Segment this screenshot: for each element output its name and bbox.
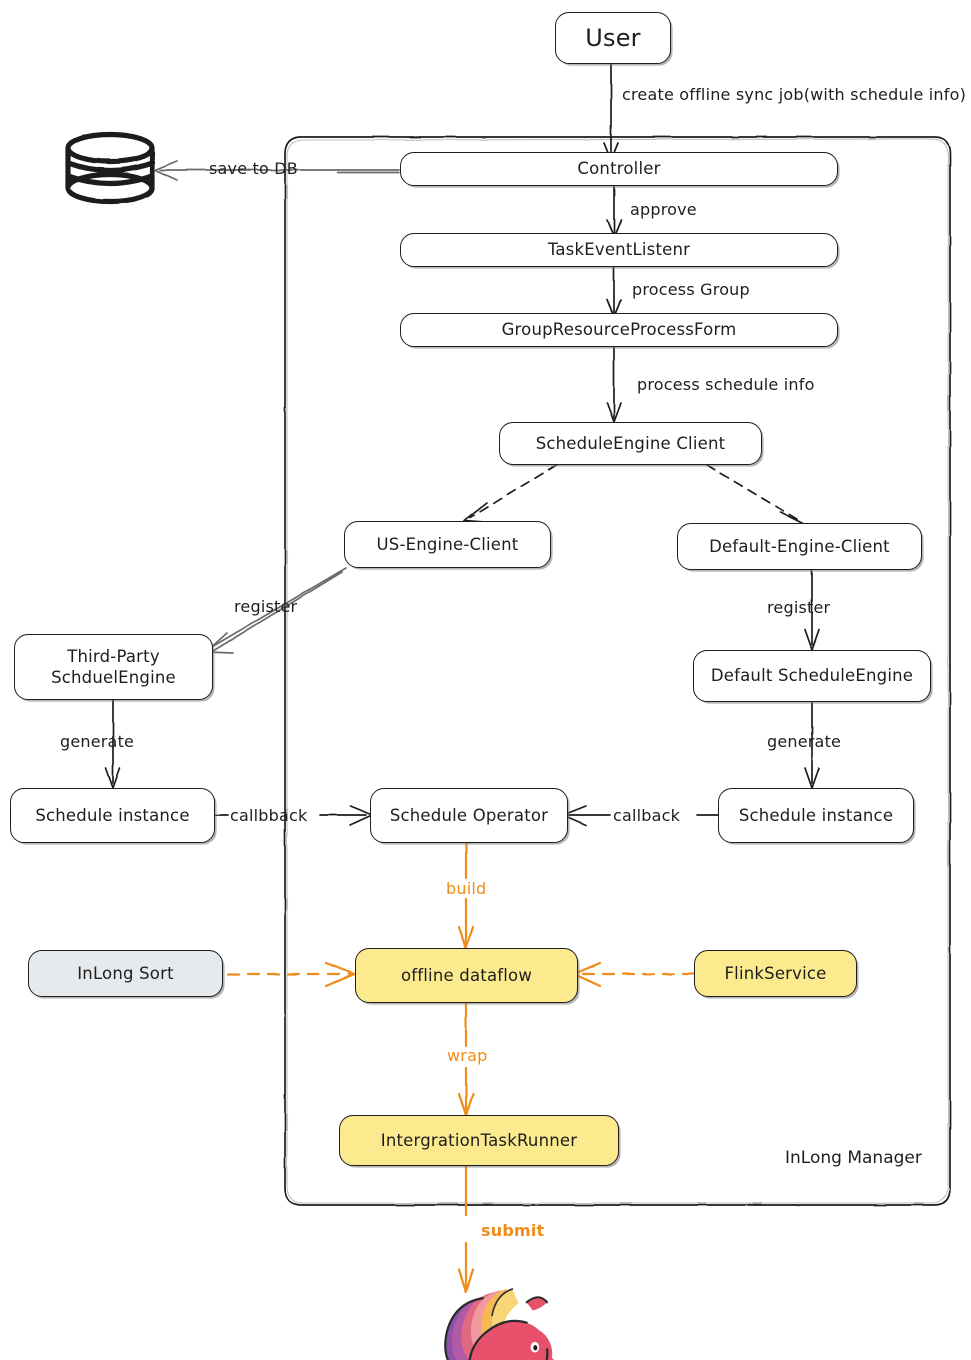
edge-scheduleclient-to-defaultclient xyxy=(706,464,801,522)
edge-label-create-job: create offline sync job(with schedule in… xyxy=(622,85,966,104)
node-default-schedule-engine[interactable]: Default ScheduleEngine xyxy=(693,650,931,702)
edge-label-wrap: wrap xyxy=(447,1046,487,1065)
edge-label-wrap-text: wrap xyxy=(447,1046,488,1065)
edge-label-generate-left: generate xyxy=(60,732,134,751)
arrowhead-dataflow-left xyxy=(324,961,356,988)
edge-label-register-left: register xyxy=(234,597,297,616)
node-schedule-operator[interactable]: Schedule Operator xyxy=(370,788,568,843)
node-offline-dataflow-label: offline dataflow xyxy=(400,965,533,985)
node-schedule-engine-client[interactable]: ScheduleEngine Client xyxy=(499,422,762,465)
node-schedule-instance-left-label: Schedule instance xyxy=(35,805,190,825)
arrowhead-usclient xyxy=(463,502,492,524)
node-us-engine-client[interactable]: US-Engine-Client xyxy=(344,521,551,568)
node-flink-service-label: FlinkService xyxy=(724,963,827,983)
edge-label-approve-text: approve xyxy=(630,200,697,219)
edge-label-callback-right: callback xyxy=(613,806,680,825)
node-schedule-engine-client-label: ScheduleEngine Client xyxy=(535,433,726,453)
node-schedule-instance-left[interactable]: Schedule instance xyxy=(10,788,215,843)
node-third-party-schedule-engine[interactable]: Third-Party SchduelEngine xyxy=(14,634,213,700)
node-task-event-listener[interactable]: TaskEventListenr xyxy=(400,233,838,267)
edge-groupform-to-scheduleclient xyxy=(606,346,622,423)
inlong-manager-container-label: InLong Manager xyxy=(785,1148,922,1168)
edge-label-generate-right: generate xyxy=(767,732,841,751)
node-us-engine-client-label: US-Engine-Client xyxy=(376,534,519,554)
edge-label-create-job-text: create offline sync job(with schedule in… xyxy=(622,85,967,104)
node-task-event-listener-label: TaskEventListenr xyxy=(547,240,691,260)
node-schedule-instance-right[interactable]: Schedule instance xyxy=(718,788,914,843)
node-schedule-instance-right-label: Schedule instance xyxy=(738,805,894,825)
edge-label-generate-left-text: generate xyxy=(60,732,135,751)
edge-label-callbback-left: callbback xyxy=(230,806,307,825)
edge-scheduleclient-to-usclient xyxy=(469,464,557,519)
node-default-schedule-engine-label: Default ScheduleEngine xyxy=(710,666,914,686)
node-controller[interactable]: Controller xyxy=(400,152,838,186)
node-third-party-line2: SchduelEngine xyxy=(51,668,176,687)
edge-label-approve: approve xyxy=(630,200,697,219)
node-inlong-sort[interactable]: InLong Sort xyxy=(28,950,223,997)
edge-label-process-group-text: process Group xyxy=(632,280,750,299)
node-intergration-task-runner[interactable]: IntergrationTaskRunner xyxy=(339,1115,619,1166)
edge-controller-to-tasklistener xyxy=(606,185,622,238)
diagram-canvas: User Controller TaskEventListenr GroupRe… xyxy=(0,0,971,1360)
edge-label-save-to-db: save to DB xyxy=(209,159,298,178)
edge-user-to-controller xyxy=(603,62,619,161)
edge-label-callbback-left-text: callbback xyxy=(230,806,308,825)
edge-taskrunner-to-flink xyxy=(457,1164,475,1294)
database-cylinder-icon xyxy=(65,131,155,205)
edge-label-register-right: register xyxy=(767,598,830,617)
node-offline-dataflow[interactable]: offline dataflow xyxy=(355,948,578,1003)
node-user-label: User xyxy=(585,23,641,52)
node-user[interactable]: User xyxy=(555,12,671,64)
node-default-engine-client-label: Default-Engine-Client xyxy=(709,536,890,556)
edge-label-build: build xyxy=(446,879,486,898)
node-controller-label: Controller xyxy=(577,159,661,179)
edge-label-submit-text: submit xyxy=(481,1221,545,1240)
edge-label-generate-right-text: generate xyxy=(767,732,842,751)
edge-label-register-right-text: register xyxy=(767,598,831,617)
node-flink-service[interactable]: FlinkService xyxy=(694,950,857,997)
inlong-manager-container-label-text: InLong Manager xyxy=(785,1148,922,1168)
edge-label-save-to-db-text: save to DB xyxy=(209,159,298,178)
node-schedule-operator-label: Schedule Operator xyxy=(389,805,549,825)
edge-label-callback-right-text: callback xyxy=(613,806,681,825)
edge-label-submit: submit xyxy=(481,1221,544,1240)
edge-label-process-schedule-info: process schedule info xyxy=(637,375,815,394)
edge-label-register-left-text: register xyxy=(234,597,298,616)
node-third-party-line1: Third-Party xyxy=(67,646,160,666)
node-group-resource-process-form-label: GroupResourceProcessForm xyxy=(501,320,737,340)
edge-label-process-schedule-info-text: process schedule info xyxy=(637,375,815,394)
edge-tasklistener-to-groupform xyxy=(606,266,622,318)
edge-label-build-text: build xyxy=(446,879,487,898)
edge-label-process-group: process Group xyxy=(632,280,750,299)
apache-flink-squirrel-logo xyxy=(444,1288,555,1360)
node-inlong-sort-label: InLong Sort xyxy=(77,963,174,983)
node-group-resource-process-form[interactable]: GroupResourceProcessForm xyxy=(400,313,838,347)
node-intergration-task-runner-label: IntergrationTaskRunner xyxy=(380,1130,578,1150)
node-default-engine-client[interactable]: Default-Engine-Client xyxy=(677,523,922,570)
